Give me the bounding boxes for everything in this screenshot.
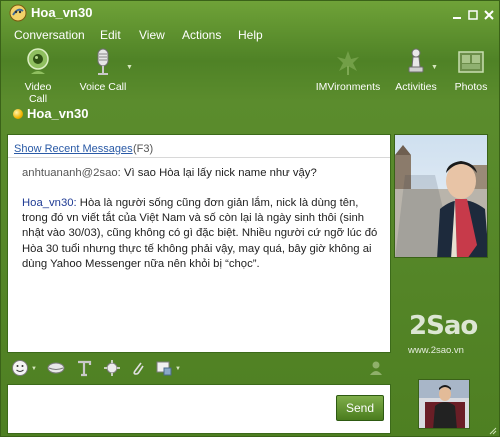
messenger-window: Hoa_vn30 Conversation Edit View Actions … bbox=[0, 0, 500, 437]
text-format-icon[interactable] bbox=[75, 359, 93, 377]
imvironments-icon bbox=[337, 51, 359, 75]
message-text: Vì sao Hòa lại lấy nick name như vậy? bbox=[123, 167, 317, 179]
show-recent-messages-link[interactable]: Show Recent Messages bbox=[14, 143, 133, 155]
photos-icon bbox=[458, 51, 484, 73]
nudge-icon[interactable] bbox=[103, 359, 121, 377]
chevron-down-icon[interactable]: ▼ bbox=[431, 64, 438, 71]
contact-photo bbox=[395, 135, 487, 257]
menu-view[interactable]: View bbox=[139, 28, 165, 42]
chevron-down-icon[interactable]: ▼ bbox=[31, 366, 37, 372]
video-call-label: Video Call bbox=[24, 81, 52, 105]
menu-actions[interactable]: Actions bbox=[182, 28, 221, 42]
attachment-icon[interactable] bbox=[129, 359, 147, 377]
minimize-icon[interactable] bbox=[451, 9, 463, 21]
formatting-bar: ▼ ▼ bbox=[7, 356, 391, 380]
status-icon bbox=[13, 109, 23, 119]
emoticon-icon[interactable] bbox=[11, 359, 29, 377]
photos-label: Photos bbox=[454, 81, 488, 93]
message-sender: Hoa_vn30: bbox=[22, 197, 77, 209]
menu-edit[interactable]: Edit bbox=[100, 28, 121, 42]
menu-bar: Conversation Edit View Actions Help bbox=[1, 27, 499, 45]
chess-pawn-icon bbox=[408, 48, 424, 73]
close-icon[interactable] bbox=[483, 9, 495, 21]
chat-message: Hoa_vn30: Hòa là người sống cũng đơn giả… bbox=[22, 196, 380, 272]
contact-avatar[interactable] bbox=[394, 134, 488, 258]
resize-grip-icon[interactable] bbox=[487, 425, 497, 435]
activities-label: Activities bbox=[395, 81, 437, 93]
imvironments-button[interactable]: IMVironments bbox=[315, 47, 381, 93]
share-files-icon[interactable] bbox=[155, 359, 173, 377]
webcam-icon bbox=[27, 48, 49, 74]
watermark-url: www.2sao.vn bbox=[408, 345, 464, 356]
message-sender: anhtuananh@2sao: bbox=[22, 167, 121, 179]
voice-call-label: Voice Call bbox=[79, 81, 127, 93]
divider bbox=[8, 157, 390, 158]
activities-button[interactable]: Activities ▼ bbox=[395, 47, 438, 93]
chevron-down-icon[interactable]: ▼ bbox=[126, 64, 133, 71]
video-call-button[interactable]: Video Call bbox=[15, 47, 61, 105]
chat-message: anhtuananh@2sao: Vì sao Hòa lại lấy nick… bbox=[22, 166, 386, 181]
window-title: Hoa_vn30 bbox=[31, 5, 93, 20]
user-photo bbox=[419, 380, 469, 428]
title-bar[interactable]: Hoa_vn30 bbox=[1, 1, 499, 25]
microphone-icon bbox=[97, 48, 109, 75]
menu-conversation[interactable]: Conversation bbox=[14, 28, 85, 42]
shortcut-hint: (F3) bbox=[133, 143, 154, 155]
contact-name[interactable]: Hoa_vn30 bbox=[27, 106, 88, 121]
imvironments-label: IMVironments bbox=[315, 81, 381, 93]
watermark-logo: 2Sao bbox=[409, 311, 478, 341]
contact-bar: Hoa_vn30 bbox=[1, 103, 499, 125]
voice-call-button[interactable]: Voice Call ▼ bbox=[79, 47, 133, 93]
toolbar: Video Call Voice Call ▼ IMVironments Act… bbox=[1, 47, 499, 105]
chat-history[interactable]: Show Recent Messages (F3) anhtuananh@2sa… bbox=[7, 134, 391, 353]
chevron-down-icon[interactable]: ▼ bbox=[175, 366, 181, 372]
contact-info-icon[interactable] bbox=[367, 359, 385, 377]
messenger-logo-icon bbox=[9, 4, 27, 22]
message-input[interactable]: Send bbox=[7, 384, 391, 434]
menu-help[interactable]: Help bbox=[238, 28, 263, 42]
maximize-icon[interactable] bbox=[467, 9, 479, 21]
photos-button[interactable]: Photos bbox=[454, 47, 488, 93]
my-avatar[interactable] bbox=[418, 379, 470, 429]
send-button[interactable]: Send bbox=[336, 395, 384, 421]
audible-lips-icon[interactable] bbox=[47, 359, 65, 377]
